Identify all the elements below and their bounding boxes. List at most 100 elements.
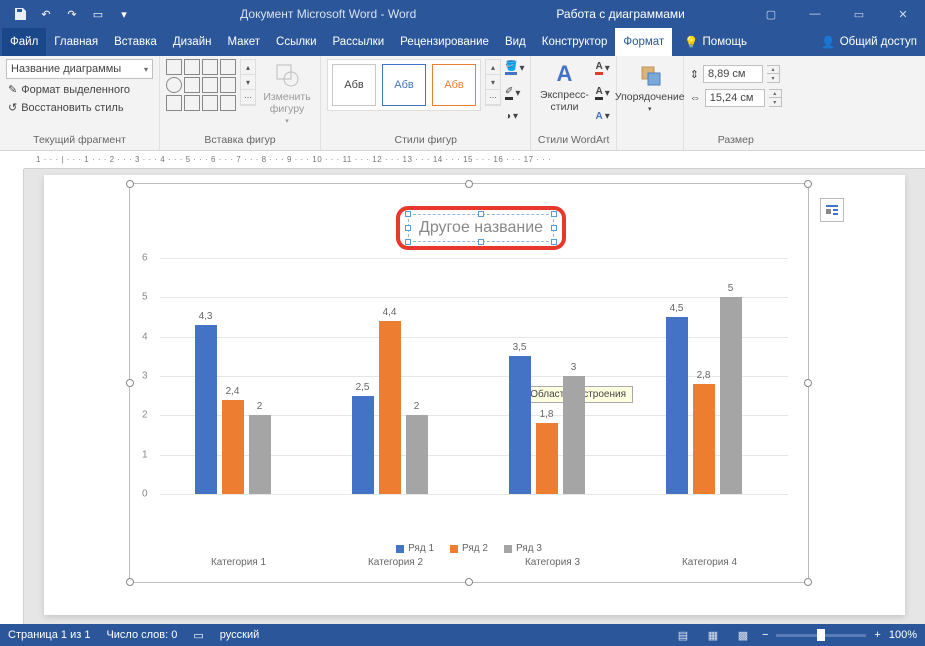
legend-item[interactable]: Ряд 3: [504, 543, 542, 554]
title-handle[interactable]: [551, 225, 557, 231]
style-item-1[interactable]: Абв: [332, 64, 376, 106]
group-shape-styles: Абв Абв Абв ▴▾⋯ 🪣▾ ✐▾ ◑▾ Стили фигур: [321, 56, 531, 150]
bar[interactable]: 4,3: [195, 325, 217, 494]
tab-help[interactable]: 💡Помощь: [676, 28, 755, 56]
tab-design[interactable]: Дизайн: [165, 28, 220, 56]
zoom-in-button[interactable]: +: [874, 629, 880, 641]
reset-style-button[interactable]: ↺Восстановить стиль: [6, 100, 153, 115]
shape-fill-button[interactable]: 🪣▾: [505, 61, 524, 75]
resize-handle[interactable]: [804, 379, 812, 387]
height-field[interactable]: ⇕8,89 см▴▾: [690, 65, 780, 83]
zoom-slider[interactable]: [776, 634, 866, 637]
tab-format[interactable]: Формат: [615, 28, 672, 56]
plot-area[interactable]: Область построения 01234564,32,42Категор…: [160, 258, 788, 494]
styles-scroll[interactable]: ▴▾⋯: [485, 59, 501, 106]
title-handle[interactable]: [551, 239, 557, 245]
title-handle[interactable]: [478, 239, 484, 245]
arrange-button[interactable]: Упорядочение▾: [623, 59, 677, 115]
shape-outline-button[interactable]: ✐▾: [505, 86, 524, 100]
bar[interactable]: 4,5: [666, 317, 688, 494]
shapes-scroll[interactable]: ▴▾⋯: [240, 59, 256, 106]
text-fill-button[interactable]: A▾: [595, 61, 609, 75]
tab-references[interactable]: Ссылки: [268, 28, 325, 56]
bar[interactable]: 2: [406, 415, 428, 494]
bar-label: 3,5: [513, 342, 527, 353]
tab-home[interactable]: Главная: [46, 28, 106, 56]
tab-insert[interactable]: Вставка: [106, 28, 165, 56]
bar[interactable]: 3: [563, 376, 585, 494]
resize-handle[interactable]: [126, 578, 134, 586]
web-layout-button[interactable]: ▩: [732, 626, 754, 644]
horizontal-ruler[interactable]: 1 · · · | · · · 1 · · · 2 · · · 3 · · · …: [24, 151, 925, 169]
bar[interactable]: 3,5: [509, 356, 531, 494]
close-button[interactable]: ✕: [881, 0, 925, 28]
title-handle[interactable]: [551, 211, 557, 217]
shape-styles-gallery[interactable]: Абв Абв Абв: [327, 59, 481, 111]
bar[interactable]: 2,5: [352, 396, 374, 494]
tab-layout[interactable]: Макет: [219, 28, 268, 56]
bar[interactable]: 1,8: [536, 423, 558, 494]
tab-view[interactable]: Вид: [497, 28, 534, 56]
format-selection-button[interactable]: ✎Формат выделенного: [6, 82, 153, 97]
width-value[interactable]: 15,24 см: [705, 89, 765, 107]
title-handle[interactable]: [405, 211, 411, 217]
width-field[interactable]: ⇔15,24 см▴▾: [690, 89, 782, 107]
bar[interactable]: 2,4: [222, 400, 244, 494]
text-effects-button[interactable]: A▾: [595, 111, 609, 122]
zoom-level[interactable]: 100%: [889, 629, 917, 641]
resize-handle[interactable]: [465, 578, 473, 586]
print-layout-button[interactable]: ▦: [702, 626, 724, 644]
style-item-2[interactable]: Абв: [382, 64, 426, 106]
chart-title[interactable]: Другое название: [419, 219, 543, 236]
change-shape-button[interactable]: Изменить фигуру▾: [260, 59, 314, 127]
touch-mode-button[interactable]: ▭: [86, 2, 110, 26]
redo-button[interactable]: ↷: [60, 2, 84, 26]
style-item-3[interactable]: Абв: [432, 64, 476, 106]
read-mode-button[interactable]: ▤: [672, 626, 694, 644]
bar[interactable]: 5: [720, 297, 742, 494]
express-styles-button[interactable]: AЭкспресс-стили: [537, 59, 591, 115]
word-count[interactable]: Число слов: 0: [106, 629, 177, 641]
text-outline-button[interactable]: A▾: [595, 86, 609, 100]
legend-item[interactable]: Ряд 2: [450, 543, 488, 554]
maximize-button[interactable]: ▭: [837, 0, 881, 28]
resize-handle[interactable]: [126, 379, 134, 387]
language-indicator[interactable]: русский: [220, 629, 259, 641]
tab-file[interactable]: Файл: [2, 28, 46, 56]
shapes-gallery[interactable]: [166, 59, 236, 111]
bar[interactable]: 2: [249, 415, 271, 494]
ribbon-options-button[interactable]: ▢: [749, 0, 793, 28]
layout-options-button[interactable]: [820, 198, 844, 222]
resize-handle[interactable]: [465, 180, 473, 188]
tab-mailings[interactable]: Рассылки: [325, 28, 393, 56]
tab-share[interactable]: 👤Общий доступ: [813, 28, 925, 56]
height-value[interactable]: 8,89 см: [703, 65, 763, 83]
tab-review[interactable]: Рецензирование: [392, 28, 497, 56]
bar[interactable]: 2,8: [693, 384, 715, 494]
chart-legend[interactable]: Ряд 1 Ряд 2 Ряд 3: [130, 543, 808, 554]
vertical-ruler[interactable]: [0, 169, 24, 624]
qat-customize-button[interactable]: ▾: [112, 2, 136, 26]
resize-handle[interactable]: [126, 180, 134, 188]
tab-constructor[interactable]: Конструктор: [534, 28, 616, 56]
resize-handle[interactable]: [804, 180, 812, 188]
minimize-button[interactable]: —: [793, 0, 837, 28]
resize-handle[interactable]: [804, 578, 812, 586]
save-button[interactable]: [8, 2, 32, 26]
page-indicator[interactable]: Страница 1 из 1: [8, 629, 90, 641]
document-area[interactable]: Другое название Область построения 01234…: [24, 169, 925, 624]
title-handle[interactable]: [405, 239, 411, 245]
legend-item[interactable]: Ряд 1: [396, 543, 434, 554]
bar-label: 2,4: [226, 386, 240, 397]
chart-element-dropdown[interactable]: Название диаграммы▾: [6, 59, 153, 79]
bar[interactable]: 4,4: [379, 321, 401, 494]
chart-object[interactable]: Другое название Область построения 01234…: [129, 183, 809, 583]
undo-button[interactable]: ↶: [34, 2, 58, 26]
chart-title-selection[interactable]: Другое название: [408, 214, 554, 242]
zoom-out-button[interactable]: −: [762, 629, 768, 641]
category-label: Категория 2: [368, 557, 423, 568]
proofing-icon[interactable]: ▭: [193, 629, 203, 642]
shape-effects-button[interactable]: ◑▾: [505, 111, 524, 122]
title-handle[interactable]: [478, 211, 484, 217]
title-handle[interactable]: [405, 225, 411, 231]
